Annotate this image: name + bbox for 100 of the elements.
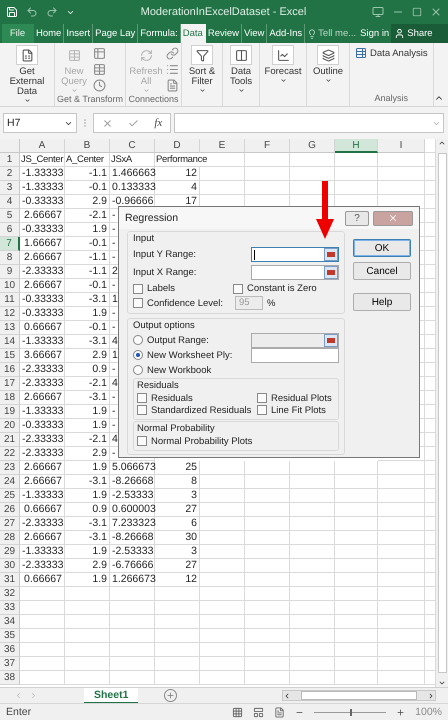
row-header[interactable]: 17 <box>0 377 20 391</box>
table-cell: 2.9 <box>65 349 110 363</box>
row-header[interactable]: 20 <box>0 419 20 433</box>
row-header[interactable]: 12 <box>0 307 20 321</box>
row-header[interactable]: 11 <box>0 293 20 307</box>
row-header[interactable]: 9 <box>0 265 20 279</box>
row-header[interactable]: 26 <box>0 503 20 517</box>
row-header[interactable]: 4 <box>0 195 20 209</box>
table-cell: 1.9 <box>65 307 110 321</box>
name-box[interactable]: H7 <box>3 113 77 133</box>
column-header[interactable]: E <box>200 139 245 153</box>
share-button[interactable]: Share <box>391 24 448 43</box>
table-cell: -1.33333 <box>20 181 65 195</box>
row-header[interactable]: 30 <box>0 559 20 573</box>
table-cell: 8 <box>155 475 200 489</box>
sign-in-link[interactable]: Sign in <box>358 24 392 43</box>
dialog-button[interactable]: Help <box>353 293 411 311</box>
ribbon-button[interactable]: Outline <box>309 45 348 93</box>
row-header[interactable]: 7 <box>0 237 20 251</box>
table-cell: 1.9 <box>65 545 110 559</box>
row-header[interactable]: 13 <box>0 321 20 335</box>
table-cell: 2.66667 <box>20 279 65 293</box>
table-cell: -2.1 <box>65 433 110 447</box>
table-cell: 0.9 <box>65 363 110 377</box>
table-cell: -0.1 <box>65 321 110 335</box>
row-header[interactable]: 34 <box>0 615 20 629</box>
row-header[interactable]: 37 <box>0 657 20 671</box>
table-cell: 2.66667 <box>20 209 65 223</box>
insert-function-button[interactable]: fx <box>154 117 162 129</box>
table-cell: 2.66667 <box>20 475 65 489</box>
table-cell: -2.33333 <box>20 363 65 377</box>
row-header[interactable]: 35 <box>0 629 20 643</box>
table-cell: JS_Center <box>20 153 65 167</box>
tell-me-field[interactable]: Tell me... <box>305 24 358 43</box>
row-header[interactable]: 15 <box>0 349 20 363</box>
help-button[interactable]: ? <box>345 210 369 226</box>
table-cell: 7.233323 <box>110 517 155 531</box>
column-header[interactable]: B <box>65 139 110 153</box>
table-cell: -6.76666 <box>110 559 155 573</box>
row-header[interactable]: 6 <box>0 223 20 237</box>
table-cell: -2.33333 <box>20 447 65 461</box>
table-cell: 5.066673 <box>110 461 155 475</box>
row-header[interactable]: 25 <box>0 489 20 503</box>
row-header[interactable]: 19 <box>0 405 20 419</box>
ribbon-tab[interactable]: Data <box>180 24 206 43</box>
row-header[interactable]: 2 <box>0 167 20 181</box>
row-header[interactable]: 22 <box>0 447 20 461</box>
table-cell: 1.66667 <box>20 237 65 251</box>
column-header[interactable]: H <box>335 139 378 153</box>
status-mode: Enter <box>6 706 32 718</box>
row-header[interactable]: 3 <box>0 181 20 195</box>
table-cell: -3.1 <box>65 391 110 405</box>
ribbon-button[interactable]: Sort & Filter <box>184 45 220 94</box>
table-cell: 2.66667 <box>20 251 65 265</box>
sheet-tab[interactable]: Sheet1 <box>84 688 138 704</box>
row-header[interactable]: 33 <box>0 601 20 615</box>
row-header[interactable]: 23 <box>0 461 20 475</box>
row-header[interactable]: 38 <box>0 671 20 685</box>
table-cell: -2.53333 <box>110 489 155 503</box>
table-cell: 12 <box>155 167 200 181</box>
column-header[interactable]: C <box>110 139 155 153</box>
row-header[interactable]: 29 <box>0 545 20 559</box>
column-header[interactable]: D <box>155 139 200 153</box>
row-header[interactable]: 16 <box>0 363 20 377</box>
table-cell: -1.33333 <box>20 545 65 559</box>
dialog-button[interactable]: OK <box>353 239 411 257</box>
column-header[interactable]: F <box>245 139 290 153</box>
row-header[interactable]: 5 <box>0 209 20 223</box>
row-header[interactable]: 27 <box>0 517 20 531</box>
row-header[interactable]: 21 <box>0 433 20 447</box>
ribbon-button[interactable]: Get External Data <box>2 45 52 104</box>
row-header[interactable]: 18 <box>0 391 20 405</box>
data-analysis-button[interactable]: Data Analysis <box>352 45 431 61</box>
column-header[interactable]: I <box>378 139 425 153</box>
row-header[interactable]: 31 <box>0 573 20 587</box>
row-header[interactable]: 28 <box>0 531 20 545</box>
row-header[interactable]: 14 <box>0 335 20 349</box>
table-cell: JSxA <box>110 153 155 167</box>
row-header[interactable]: 32 <box>0 587 20 601</box>
table-cell: -2.33333 <box>20 377 65 391</box>
table-cell: 0.66667 <box>20 503 65 517</box>
table-cell: 2.9 <box>65 559 110 573</box>
dialog-button[interactable]: Cancel <box>353 262 411 280</box>
ribbon-button[interactable]: Data Tools <box>225 45 258 94</box>
row-header[interactable]: 1 <box>0 153 20 167</box>
row-header[interactable]: 8 <box>0 251 20 265</box>
table-cell: -3.1 <box>65 475 110 489</box>
table-cell: -0.33333 <box>20 419 65 433</box>
row-header[interactable]: 36 <box>0 643 20 657</box>
ribbon-tab[interactable]: File <box>2 24 34 43</box>
row-header[interactable]: 24 <box>0 475 20 489</box>
table-cell: -1.33333 <box>20 167 65 181</box>
window-title: ModerationInExcelDataset - Excel <box>140 6 308 18</box>
table-cell: -0.33333 <box>20 293 65 307</box>
column-header[interactable]: G <box>290 139 335 153</box>
column-header[interactable]: A <box>20 139 65 153</box>
row-header[interactable]: 10 <box>0 279 20 293</box>
ribbon-button[interactable]: Forecast <box>262 45 304 93</box>
table-cell: -0.33333 <box>20 307 65 321</box>
group-label: Connections <box>128 94 180 106</box>
